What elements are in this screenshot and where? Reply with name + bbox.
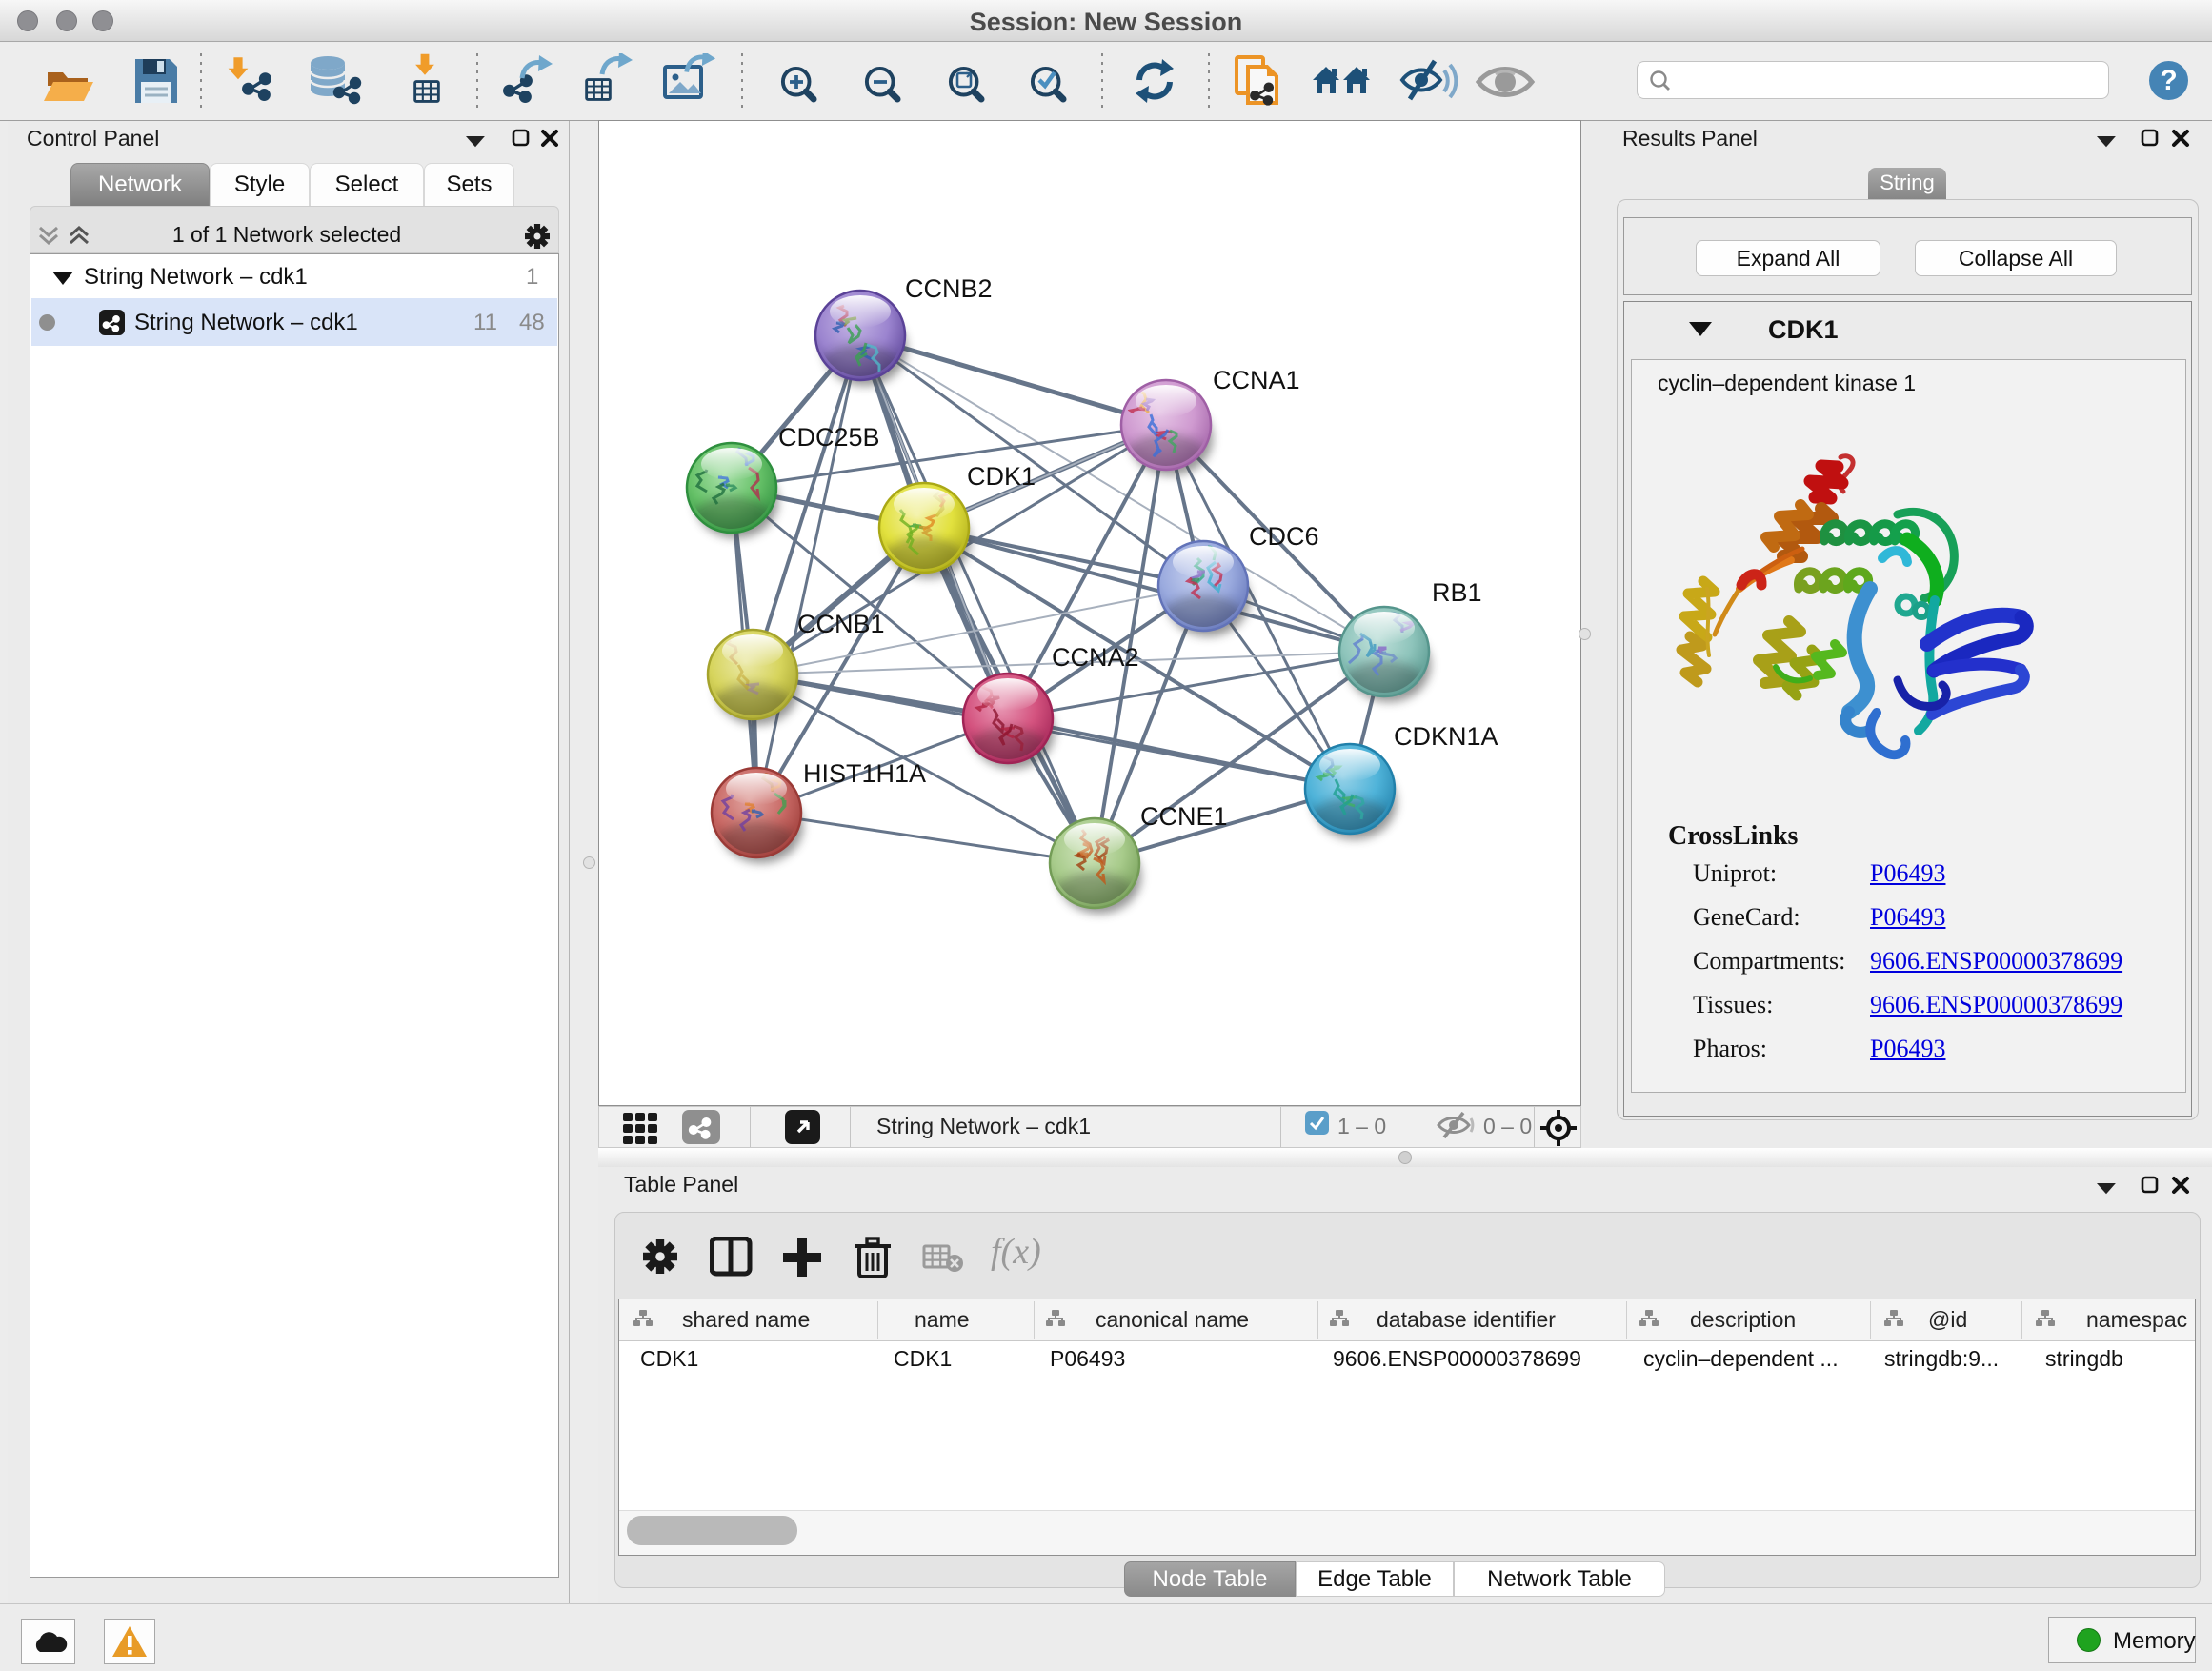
svg-text:CCNA1: CCNA1 bbox=[1213, 366, 1300, 394]
svg-text:CDC25B: CDC25B bbox=[778, 423, 880, 452]
svg-text:CDKN1A: CDKN1A bbox=[1394, 722, 1498, 751]
svg-text:CCNE1: CCNE1 bbox=[1140, 802, 1228, 831]
svg-text:CDC6: CDC6 bbox=[1249, 522, 1319, 551]
svg-text:CDK1: CDK1 bbox=[967, 462, 1036, 491]
svg-text:HIST1H1A: HIST1H1A bbox=[803, 759, 926, 788]
svg-text:RB1: RB1 bbox=[1432, 578, 1482, 607]
svg-text:CCNB2: CCNB2 bbox=[905, 274, 993, 303]
svg-text:CCNB1: CCNB1 bbox=[797, 610, 885, 638]
svg-text:CCNA2: CCNA2 bbox=[1052, 643, 1139, 672]
